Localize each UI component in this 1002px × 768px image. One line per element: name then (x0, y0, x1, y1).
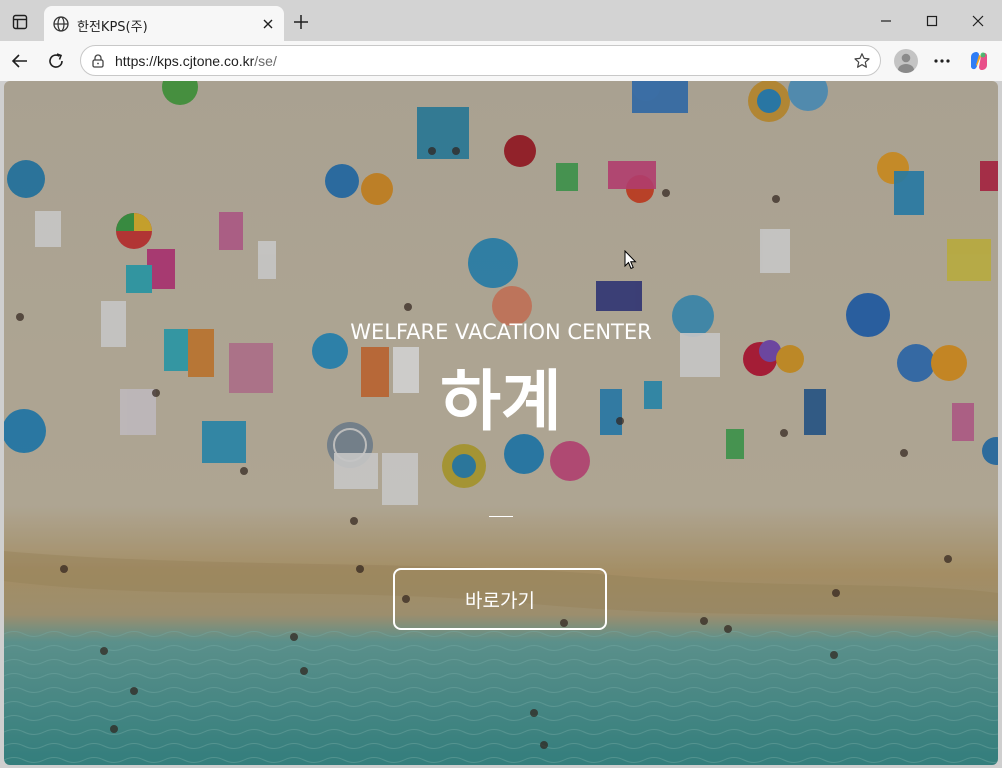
refresh-button[interactable] (42, 47, 70, 75)
url-text[interactable]: https://kps.cjtone.co.kr/se/ (115, 53, 277, 69)
go-button[interactable]: 바로가기 (393, 568, 607, 630)
new-tab-button[interactable] (290, 11, 312, 33)
back-arrow-icon (11, 54, 27, 68)
plus-icon (294, 15, 308, 29)
close-window-button[interactable] (955, 0, 1001, 41)
refresh-icon (49, 53, 63, 68)
url-path: /se/ (254, 53, 277, 69)
browser-toolbar: https://kps.cjtone.co.kr/se/ (0, 41, 1002, 81)
hero-section: WELFARE VACATION CENTER 하계 바로가기 (4, 81, 998, 765)
more-icon[interactable] (930, 49, 954, 73)
tab-actions-icon[interactable] (6, 8, 34, 36)
copilot-icon[interactable] (967, 49, 991, 73)
hero-divider (489, 516, 513, 517)
minimize-icon (881, 19, 891, 22)
back-button[interactable] (6, 47, 34, 75)
site-info-icon[interactable] (90, 53, 106, 69)
tab-title: 한전KPS(주) (77, 20, 148, 35)
profile-icon[interactable] (894, 49, 918, 73)
browser-tab[interactable]: 한전KPS(주) (44, 6, 284, 41)
url-host: https://kps.cjtone.co.kr (115, 53, 255, 69)
address-bar[interactable]: https://kps.cjtone.co.kr/se/ (80, 45, 881, 76)
close-icon (972, 15, 984, 26)
globe-icon (52, 15, 70, 33)
maximize-icon (926, 15, 938, 26)
maximize-button[interactable] (909, 0, 955, 41)
star-icon[interactable] (853, 52, 871, 70)
close-tab-icon[interactable] (259, 15, 277, 33)
hero-title: 하계 (440, 363, 562, 440)
mouse-cursor-icon (624, 250, 637, 270)
minimize-button[interactable] (863, 0, 909, 41)
page-viewport: WELFARE VACATION CENTER 하계 바로가기 (4, 81, 998, 765)
hero-subtitle: WELFARE VACATION CENTER (350, 320, 652, 344)
title-bar: 한전KPS(주) (0, 0, 1002, 41)
